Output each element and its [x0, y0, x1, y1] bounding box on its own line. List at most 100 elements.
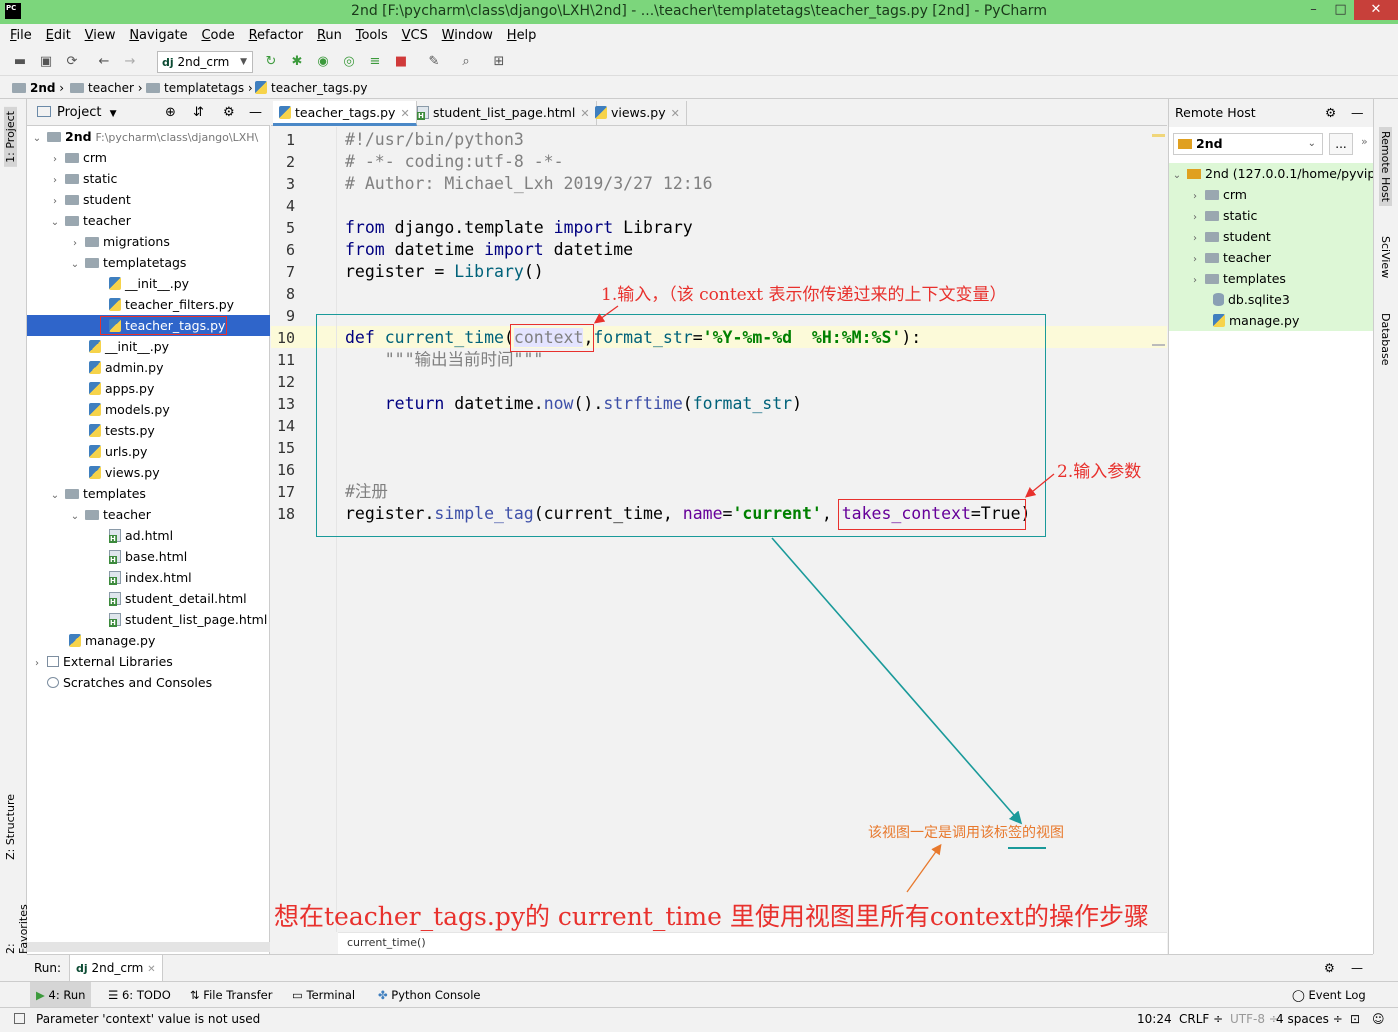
menu-tools[interactable]: Tools	[351, 24, 393, 48]
close-button[interactable]: ✕	[1354, 0, 1398, 20]
tool-tab-run[interactable]: ▶ 4: Run	[30, 982, 92, 1008]
tree-item-templatetags[interactable]: ⌄ templatetags	[69, 252, 187, 273]
tree-item-templates[interactable]: ⌄ templates	[49, 483, 146, 504]
hide-panel-icon[interactable]: —	[1351, 955, 1363, 981]
run-tab-2nd-crm[interactable]: dj 2nd_crm ✕	[69, 955, 163, 981]
back-arrow-icon[interactable]: ←	[96, 54, 112, 70]
menu-run[interactable]: Run	[312, 24, 347, 48]
tree-item-teacher[interactable]: ⌄ teacher	[49, 210, 131, 231]
remote-item-teacher[interactable]: › teacher	[1189, 247, 1271, 268]
close-icon[interactable]: ✕	[671, 107, 680, 120]
remote-host-tool-tab[interactable]: Remote Host	[1379, 127, 1392, 206]
maximize-button[interactable]: □	[1327, 0, 1354, 20]
remote-item-templates[interactable]: › templates	[1189, 268, 1286, 289]
caret-stripe-mark[interactable]	[1152, 344, 1165, 346]
minimize-button[interactable]: –	[1300, 0, 1327, 20]
tree-item-urls[interactable]: urls.py	[89, 441, 147, 462]
debug-icon[interactable]: ✱	[289, 54, 305, 70]
sciview-tool-tab[interactable]: SciView	[1379, 236, 1392, 278]
tree-item-views[interactable]: views.py	[89, 462, 160, 483]
remote-item-manage-py[interactable]: manage.py	[1213, 310, 1299, 331]
menu-view[interactable]: View	[80, 24, 121, 48]
tree-item-scratches[interactable]: Scratches and Consoles	[47, 672, 212, 693]
tree-item-apps[interactable]: apps.py	[89, 378, 154, 399]
tree-item-base-html[interactable]: base.html	[109, 546, 187, 567]
tree-item-init-py[interactable]: __init__.py	[109, 273, 189, 294]
project-view-selector[interactable]: Project	[57, 105, 101, 120]
structure-tool-tab[interactable]: Z: Structure	[4, 794, 17, 860]
editor-breadcrumb[interactable]: current_time()	[338, 932, 1167, 954]
warning-stripe-mark[interactable]	[1152, 134, 1165, 137]
menu-window[interactable]: Window	[437, 24, 498, 48]
inspector-icon[interactable]: ☺	[1372, 1008, 1385, 1030]
rerun-icon[interactable]: ↻	[263, 54, 279, 70]
remote-tree-root[interactable]: ⌄ 2nd (127.0.0.1/home/pyvip/p	[1171, 163, 1388, 184]
tool-tab-event-log[interactable]: ◯ Event Log	[1292, 982, 1366, 1008]
tree-item-templates-teacher[interactable]: ⌄ teacher	[69, 504, 151, 525]
lock-icon[interactable]: ⊡	[1350, 1008, 1360, 1030]
menu-navigate[interactable]: Navigate	[124, 24, 192, 48]
menu-file[interactable]: File	[5, 24, 37, 48]
indent-setting[interactable]: 4 spaces ÷	[1276, 1008, 1343, 1030]
tree-item-manage-py[interactable]: manage.py	[69, 630, 155, 651]
run-concurrency-icon[interactable]: ≡	[367, 54, 383, 70]
caret-position[interactable]: 10:24	[1137, 1008, 1172, 1030]
close-icon[interactable]: ✕	[147, 964, 155, 975]
breadcrumb-project[interactable]: 2nd ›	[12, 77, 64, 99]
tree-item-admin[interactable]: admin.py	[89, 357, 163, 378]
tool-tab-todo[interactable]: ☰ 6: TODO	[108, 982, 171, 1008]
save-icon[interactable]: ▣	[38, 54, 54, 70]
menu-vcs[interactable]: VCS	[397, 24, 433, 48]
sdk-manager-icon[interactable]: ⊞	[491, 54, 507, 70]
menu-help[interactable]: Help	[502, 24, 542, 48]
breadcrumb-file[interactable]: teacher_tags.py	[255, 77, 367, 99]
tab-student-list-page[interactable]: student_list_page.html✕	[411, 101, 597, 126]
tree-root[interactable]: ⌄ 2nd F:\pycharm\class\django\LXH\	[31, 126, 258, 147]
chevron-down-icon[interactable]: ▼	[110, 109, 117, 119]
file-encoding[interactable]: UTF-8 ÷	[1230, 1008, 1279, 1030]
menu-edit[interactable]: Edit	[41, 24, 76, 48]
gear-icon[interactable]: ⚙	[223, 99, 235, 126]
tree-item-student[interactable]: › student	[49, 189, 131, 210]
gear-icon[interactable]: ⚙	[1325, 99, 1336, 127]
server-selector[interactable]: 2nd ⌄	[1173, 133, 1323, 155]
breadcrumb-templatetags[interactable]: templatetags ›	[146, 77, 253, 99]
coverage-icon[interactable]: ◉	[315, 54, 331, 70]
breadcrumb-teacher[interactable]: teacher ›	[70, 77, 143, 99]
open-folder-icon[interactable]: ▬	[12, 54, 28, 70]
tree-item-tests[interactable]: tests.py	[89, 420, 155, 441]
tree-item-ad-html[interactable]: ad.html	[109, 525, 173, 546]
search-icon[interactable]: ⌕	[458, 54, 474, 70]
forward-arrow-icon[interactable]: →	[122, 54, 138, 70]
tree-item-student-detail-html[interactable]: student_detail.html	[109, 588, 247, 609]
tree-item-crm[interactable]: › crm	[49, 147, 107, 168]
database-tool-tab[interactable]: Database	[1379, 313, 1392, 366]
gear-icon[interactable]: ⚙	[1324, 955, 1335, 981]
tree-item-teacher-filters[interactable]: teacher_filters.py	[109, 294, 234, 315]
remote-item-db-sqlite3[interactable]: db.sqlite3	[1213, 289, 1290, 310]
tab-teacher-tags[interactable]: teacher_tags.py ✕	[273, 101, 417, 126]
tree-item-static[interactable]: › static	[49, 168, 117, 189]
tree-item-student-list-page-html[interactable]: student_list_page.html	[109, 609, 267, 630]
settings-wrench-icon[interactable]: ✎	[426, 54, 442, 70]
hide-panel-icon[interactable]: —	[249, 99, 262, 126]
locate-target-icon[interactable]: ⊕	[165, 99, 176, 126]
tool-tab-terminal[interactable]: ▭ Terminal	[292, 982, 355, 1008]
tool-tab-file-transfer[interactable]: ⇅ File Transfer	[190, 982, 272, 1008]
tab-views[interactable]: views.py ✕	[589, 101, 687, 126]
close-icon[interactable]: ✕	[400, 107, 409, 120]
toggle-tool-windows-icon[interactable]	[14, 1013, 25, 1024]
more-options-button[interactable]: ...	[1329, 133, 1353, 155]
tree-item-index-html[interactable]: index.html	[109, 567, 192, 588]
tree-item-init-py-2[interactable]: __init__.py	[89, 336, 169, 357]
tool-tab-python-console[interactable]: ✤ Python Console	[378, 982, 480, 1008]
project-tool-tab[interactable]: 1: Project	[4, 107, 17, 167]
collapse-all-icon[interactable]: ⇵	[193, 99, 204, 126]
chevron-right-icon[interactable]: »	[1361, 135, 1368, 148]
remote-item-crm[interactable]: › crm	[1189, 184, 1247, 205]
tree-item-external-libraries[interactable]: › External Libraries	[31, 651, 173, 672]
tree-item-teacher-tags-selected[interactable]: teacher_tags.py	[27, 315, 270, 336]
run-config-selector[interactable]: dj 2nd_crm ▼	[157, 51, 253, 73]
profile-icon[interactable]: ◎	[341, 54, 357, 70]
menu-refactor[interactable]: Refactor	[244, 24, 309, 48]
